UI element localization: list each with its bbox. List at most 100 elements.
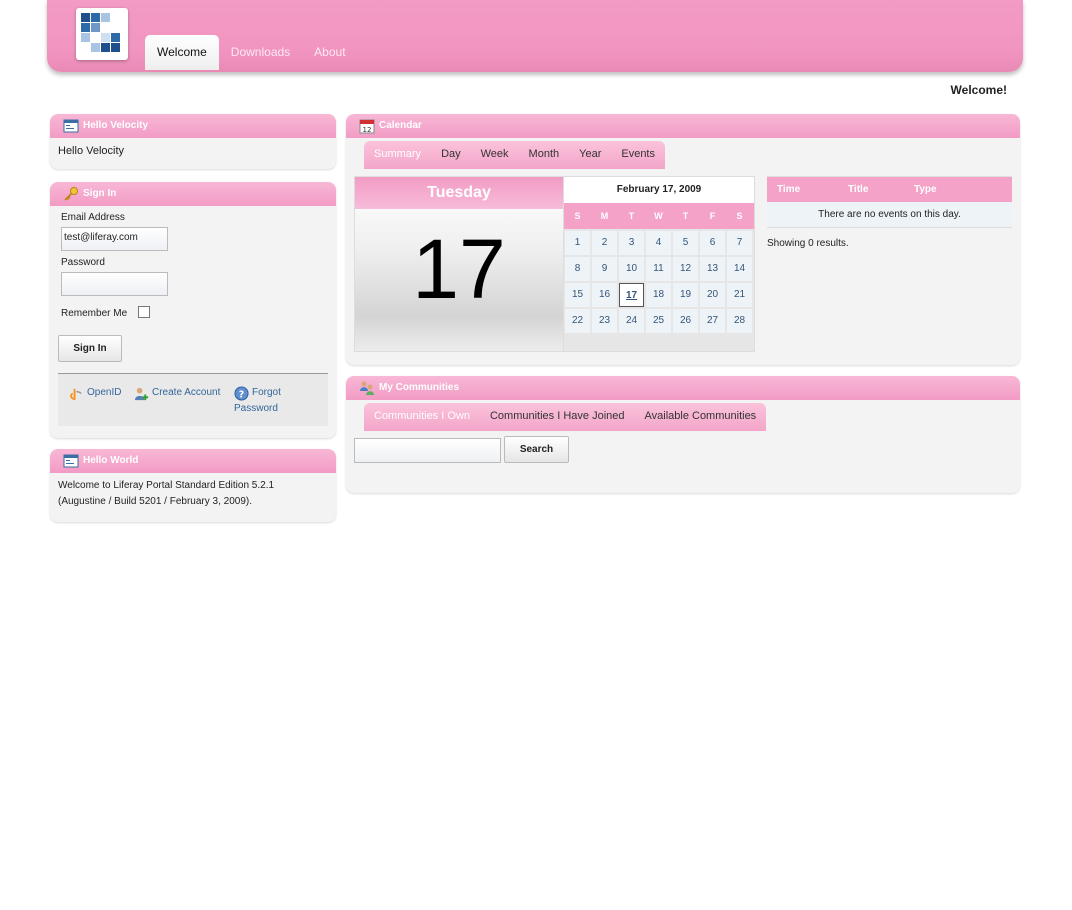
- calendar-day[interactable]: 3: [619, 231, 644, 255]
- search-button[interactable]: Search: [504, 436, 569, 463]
- portlet-title-bar: 12 Calendar: [346, 114, 1020, 138]
- calendar-day[interactable]: 19: [673, 283, 698, 307]
- nav-downloads[interactable]: Downloads: [219, 35, 302, 70]
- tab-day[interactable]: Day: [431, 141, 471, 169]
- tab-week[interactable]: Week: [471, 141, 519, 169]
- calendar-tabs: Summary Day Week Month Year Events: [364, 141, 665, 169]
- tab-communities-joined[interactable]: Communities I Have Joined: [480, 403, 635, 431]
- calendar-day[interactable]: 14: [727, 257, 752, 281]
- no-events-message: There are no events on this day.: [767, 202, 1012, 228]
- calendar-day[interactable]: 26: [673, 309, 698, 333]
- weekday-label: S: [574, 211, 581, 221]
- tab-summary[interactable]: Summary: [364, 141, 431, 169]
- email-field[interactable]: test@liferay.com: [61, 227, 168, 251]
- tab-year[interactable]: Year: [569, 141, 611, 169]
- calendar-day[interactable]: 11: [646, 257, 671, 281]
- results-count: Showing 0 results.: [767, 238, 849, 249]
- svg-text:12: 12: [363, 126, 372, 134]
- my-communities-portlet: My Communities Communities I Own Communi…: [346, 376, 1020, 493]
- sign-in-button[interactable]: Sign In: [58, 335, 122, 362]
- calendar-day[interactable]: 8: [565, 257, 590, 281]
- tab-month[interactable]: Month: [519, 141, 570, 169]
- calendar-day[interactable]: 13: [700, 257, 725, 281]
- day-display: Tuesday 17: [354, 176, 564, 352]
- calendar-day[interactable]: 10: [619, 257, 644, 281]
- mini-calendar-title: February 17, 2009: [564, 177, 754, 203]
- calendar-day[interactable]: 25: [646, 309, 671, 333]
- email-label: Email Address: [61, 212, 125, 223]
- calendar-day[interactable]: 5: [673, 231, 698, 255]
- communities-tabs: Communities I Own Communities I Have Joi…: [364, 403, 767, 431]
- openid-icon: [70, 388, 82, 401]
- sign-in-portlet: Sign In Email Address test@liferay.com P…: [50, 182, 336, 438]
- portlet-title-bar: Hello World: [50, 449, 336, 473]
- calendar-day[interactable]: 4: [646, 231, 671, 255]
- events-table: Time Title Type There are no events on t…: [767, 176, 1012, 249]
- welcome-line-1: Welcome to Liferay Portal Standard Editi…: [58, 480, 275, 491]
- calendar-day[interactable]: 27: [700, 309, 725, 333]
- weekday-label: T: [628, 211, 635, 221]
- remember-me-checkbox[interactable]: [138, 306, 150, 318]
- weekday-label: M: [600, 211, 609, 221]
- calendar-day[interactable]: 22: [565, 309, 590, 333]
- calendar-day[interactable]: 12: [673, 257, 698, 281]
- nav-about[interactable]: About: [302, 35, 357, 70]
- weekday-label: F: [709, 211, 716, 221]
- nav-welcome[interactable]: Welcome: [145, 35, 219, 70]
- password-field[interactable]: [61, 272, 168, 296]
- events-header: Time Title Type: [767, 176, 1012, 202]
- community-search-input[interactable]: [354, 438, 501, 463]
- key-icon: [64, 187, 78, 201]
- portlet-window-icon: [63, 454, 79, 468]
- welcome-message: Welcome!: [950, 83, 1007, 97]
- calendar-day[interactable]: 18: [646, 283, 671, 307]
- portlet-title: My Communities: [379, 382, 460, 393]
- logo-icon: [81, 13, 123, 55]
- calendar-day[interactable]: 15: [565, 283, 590, 307]
- remember-me-label: Remember Me: [61, 308, 128, 319]
- calendar-day-today[interactable]: 17: [619, 283, 644, 307]
- welcome-line-2: (Augustine / Build 5201 / February 3, 20…: [58, 496, 253, 507]
- tab-communities-i-own[interactable]: Communities I Own: [364, 403, 480, 431]
- forgot-password-link[interactable]: Forgot Password: [234, 385, 314, 417]
- portlet-title: Calendar: [379, 120, 422, 131]
- password-label: Password: [61, 257, 105, 268]
- calendar-day[interactable]: 24: [619, 309, 644, 333]
- tab-events[interactable]: Events: [611, 141, 665, 169]
- portlet-content: Hello Velocity: [58, 145, 125, 157]
- calendar-day[interactable]: 20: [700, 283, 725, 307]
- top-header: Welcome Downloads About: [47, 0, 1023, 72]
- col-time: Time: [777, 184, 801, 195]
- calendar-day[interactable]: 6: [700, 231, 725, 255]
- calendar-day[interactable]: 9: [592, 257, 617, 281]
- calendar-portlet: 12 Calendar Summary Day Week Month Year …: [346, 114, 1020, 365]
- create-account-icon: [134, 387, 149, 401]
- calendar-day[interactable]: 1: [565, 231, 590, 255]
- weekday-header: S M T W T F S: [564, 203, 754, 229]
- portlet-title-bar: Sign In: [50, 182, 336, 206]
- communities-icon: [360, 381, 374, 395]
- calendar-day[interactable]: 28: [727, 309, 752, 333]
- portlet-title-bar: Hello Velocity: [50, 114, 336, 138]
- calendar-day[interactable]: 16: [592, 283, 617, 307]
- portlet-window-icon: [63, 119, 79, 133]
- calendar-day[interactable]: 21: [727, 283, 752, 307]
- create-account-link[interactable]: Create Account: [152, 385, 220, 401]
- hello-velocity-portlet: Hello Velocity Hello Velocity: [50, 114, 336, 169]
- tab-available-communities[interactable]: Available Communities: [635, 403, 767, 431]
- weekday-label: S: [736, 211, 743, 221]
- calendar-day[interactable]: 7: [727, 231, 752, 255]
- calendar-day[interactable]: 23: [592, 309, 617, 333]
- day-number: 17: [412, 222, 506, 316]
- portlet-title: Hello World: [83, 455, 139, 466]
- mini-calendar: February 17, 2009 S M T W T F S 12345678…: [563, 176, 755, 352]
- calendar-day[interactable]: 2: [592, 231, 617, 255]
- portlet-title-bar: My Communities: [346, 376, 1020, 400]
- openid-link[interactable]: OpenID: [87, 385, 121, 401]
- col-type: Type: [914, 184, 937, 195]
- weekday-label: W: [654, 211, 663, 221]
- col-title: Title: [848, 184, 869, 195]
- forgot-line-1: Forgot: [252, 387, 281, 398]
- portlet-title: Hello Velocity: [83, 120, 149, 131]
- liferay-logo[interactable]: [76, 8, 128, 60]
